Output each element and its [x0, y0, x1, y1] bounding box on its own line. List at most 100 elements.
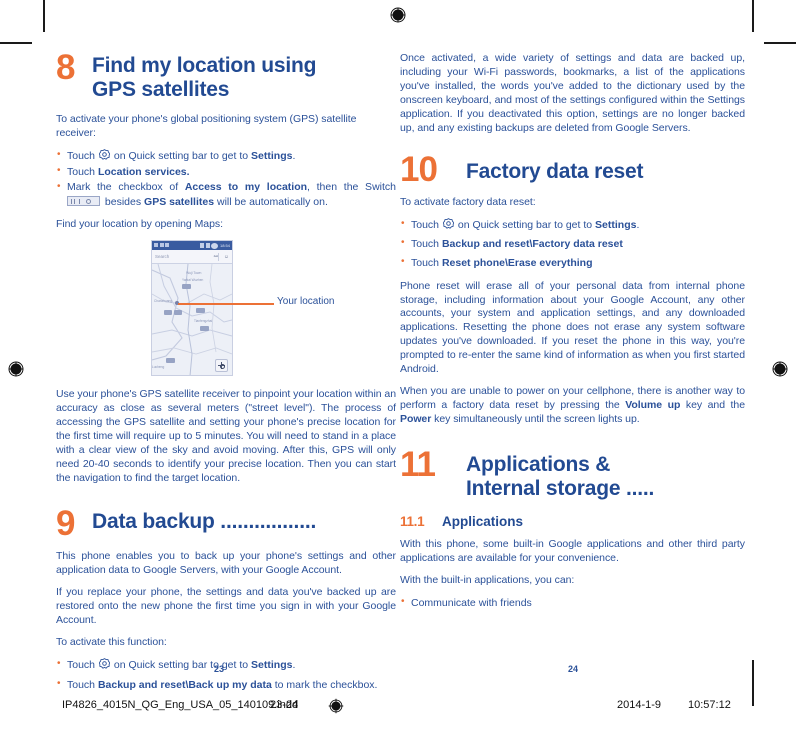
- list-item: Touch on Quick setting bar to get to Set…: [56, 148, 396, 164]
- bullet-text-bold: Access to my location: [184, 181, 308, 194]
- maps-search-bar[interactable]: Search ⚯ ☺: [152, 250, 232, 265]
- chapter-10-final-paragraph: When you are unable to power on your cel…: [400, 385, 745, 427]
- chapter-heading-8: 8 Find my location using GPS satellites: [56, 48, 396, 103]
- bullet-text-pre: Mark the checkbox of: [67, 181, 185, 194]
- bullet-text-bold: Backup and reset\Back up my data: [97, 678, 272, 691]
- subsection-number: 11.1: [400, 513, 425, 529]
- svg-text:Lucheng: Lucheng: [152, 365, 164, 369]
- map-canvas[interactable]: Wuji Town Yantai Wuzhen Chanzhuang Tianf…: [152, 264, 232, 376]
- final-paragraph-post: key simultaneously until the screen ligh…: [431, 413, 640, 426]
- chapter-11-paragraph-1: With this phone, some built-in Google ap…: [400, 537, 745, 564]
- account-icon[interactable]: ☺: [224, 254, 229, 260]
- page-left: 8 Find my location using GPS satellites …: [56, 48, 396, 691]
- registration-mark-top-center: [387, 4, 409, 26]
- list-item: Touch on Quick setting bar to get to Set…: [56, 657, 396, 673]
- status-bar-right-icons: 18:54: [200, 242, 230, 249]
- chapter-8-bullet-list: Touch on Quick setting bar to get to Set…: [56, 148, 396, 211]
- crop-mark-top-right-horizontal: [764, 42, 796, 44]
- chapter-title-line2: Internal storage .....: [466, 477, 655, 501]
- my-location-button[interactable]: [215, 359, 228, 373]
- bullet-text-bold: Reset phone\Erase everything: [441, 256, 593, 269]
- bullet-text-bold2: GPS satellites: [144, 196, 215, 209]
- status-bar-time: 18:54: [219, 242, 230, 248]
- chapter-title-line1: Data backup .................: [92, 509, 317, 533]
- chapter-9-bullet-list: Touch on Quick setting bar to get to Set…: [56, 657, 396, 693]
- page-right: Once activated, a wide variety of settin…: [400, 52, 745, 652]
- chapter-11-paragraph-2: With the built-in applications, you can:: [400, 573, 575, 586]
- status-bar-left-icons: [154, 243, 169, 248]
- bullet-text-pre: Touch: [67, 149, 98, 162]
- chapter-title-line1: Applications &: [466, 453, 611, 477]
- bullet-text-bold: Settings: [251, 658, 293, 671]
- chapter-11-bullet-list: Communicate with friends: [400, 595, 745, 611]
- crop-mark-top-left-horizontal: [0, 42, 32, 44]
- chapter-heading-10: 10 Factory data reset: [400, 152, 745, 187]
- status-bar: 18:54: [152, 241, 232, 251]
- bullet-text-pre: Touch: [411, 237, 442, 250]
- layers-icon[interactable]: ⚯: [214, 254, 218, 260]
- callout-leader-line: [178, 303, 274, 306]
- list-item: Mark the checkbox of Access to my locati…: [56, 180, 396, 210]
- bullet-text-mid: on Quick setting bar to get to: [110, 149, 252, 162]
- phone-screenshot: 18:54 Search ⚯ ☺ Wuji Town Yantai Wuzhen…: [151, 240, 233, 377]
- chapter-title-line1: Factory data reset: [466, 159, 644, 183]
- registration-mark-left-center: [5, 358, 27, 380]
- chapter-9-paragraph-3: To activate this function:: [56, 635, 167, 648]
- chapter-10-bullet-list: Touch on Quick setting bar to get to Set…: [400, 217, 745, 271]
- print-footer-page-range: 23-24: [270, 699, 299, 711]
- bullet-text-mid3: besides: [102, 196, 145, 209]
- gear-icon: [442, 218, 454, 230]
- chapter-number: 11: [400, 445, 436, 485]
- list-item: Touch Location services.: [56, 164, 396, 180]
- bullet-text-post: to mark the checkbox.: [271, 678, 378, 691]
- chapter-8-body: Use your phone's GPS satellite receiver …: [56, 388, 396, 484]
- bullet-text-bold: Backup and reset\Factory data reset: [441, 237, 623, 250]
- bullet-text-post: .: [292, 149, 296, 162]
- list-item: Touch Backup and reset\Factory data rese…: [400, 236, 745, 252]
- chapter-title: Find my location using GPS satellites: [92, 52, 316, 103]
- chapter-title: Factory data reset: [466, 154, 644, 184]
- page-number-right: 24: [568, 664, 579, 674]
- chapter-9-paragraph-2: If you replace your phone, the settings …: [56, 585, 396, 626]
- bullet-text-bold: Settings: [251, 149, 293, 162]
- gear-icon: [98, 149, 110, 160]
- final-paragraph-bold2: Power: [400, 413, 432, 426]
- chapter-10-paragraph-1: Phone reset will erase all of your perso…: [400, 279, 745, 376]
- bullet-text-mid2: , then the Switch: [307, 181, 396, 194]
- chapter-number: 8: [56, 48, 75, 87]
- crop-mark-top-left-vertical: [43, 0, 45, 32]
- chapter-number: 9: [56, 503, 75, 543]
- bullet-text-bold: Settings: [595, 218, 637, 231]
- chapter-heading-11: 11 Applications & Internal storage .....: [400, 445, 745, 502]
- chapter-title: Data backup .................: [92, 508, 316, 534]
- chapter-title-line1: Find my location using: [92, 54, 317, 77]
- svg-text:Tianfengzhai: Tianfengzhai: [194, 319, 212, 323]
- maps-screenshot-figure: 18:54 Search ⚯ ☺ Wuji Town Yantai Wuzhen…: [56, 240, 396, 380]
- bullet-text-post: will be automatically on.: [214, 196, 328, 209]
- final-paragraph-mid: key and the: [680, 399, 745, 412]
- svg-text:Chanzhuang: Chanzhuang: [154, 299, 172, 303]
- registration-mark-footer: [326, 696, 346, 719]
- chapter-9-paragraph-1: This phone enables you to back up your p…: [56, 550, 396, 577]
- list-item: Touch on Quick setting bar to get to Set…: [400, 217, 745, 233]
- maps-toolbar-icons: ⚯ ☺: [214, 254, 229, 260]
- bullet-text-mid: on Quick setting bar to get to: [110, 658, 252, 671]
- right-page-top-paragraph: Once activated, a wide variety of settin…: [400, 52, 745, 134]
- subsection-heading-11-1: 11.1 Applications: [400, 514, 745, 529]
- list-item: Touch Reset phone\Erase everything: [400, 255, 745, 271]
- chapter-8-intro: To activate your phone's global position…: [56, 112, 357, 139]
- bullet-text-bold: Location services.: [97, 165, 190, 178]
- gear-icon: [98, 658, 110, 669]
- print-footer-time: 10:57:12: [688, 699, 731, 711]
- chapter-title-line2: GPS satellites: [92, 78, 230, 102]
- toggle-switch-icon: [67, 196, 100, 207]
- svg-text:Wuji Town: Wuji Town: [186, 271, 201, 275]
- search-input[interactable]: Search: [155, 254, 169, 259]
- bullet-text-pre: Touch: [411, 218, 442, 231]
- bullet-text-pre: Touch: [67, 658, 98, 671]
- bullet-text-post: .: [292, 658, 296, 671]
- bullet-text-mid: on Quick setting bar to get to: [454, 218, 596, 231]
- chapter-10-intro: To activate factory data reset:: [400, 195, 536, 208]
- bullet-text-pre: Communicate with friends: [411, 596, 532, 609]
- svg-text:Yantai Wuzhen: Yantai Wuzhen: [182, 278, 204, 282]
